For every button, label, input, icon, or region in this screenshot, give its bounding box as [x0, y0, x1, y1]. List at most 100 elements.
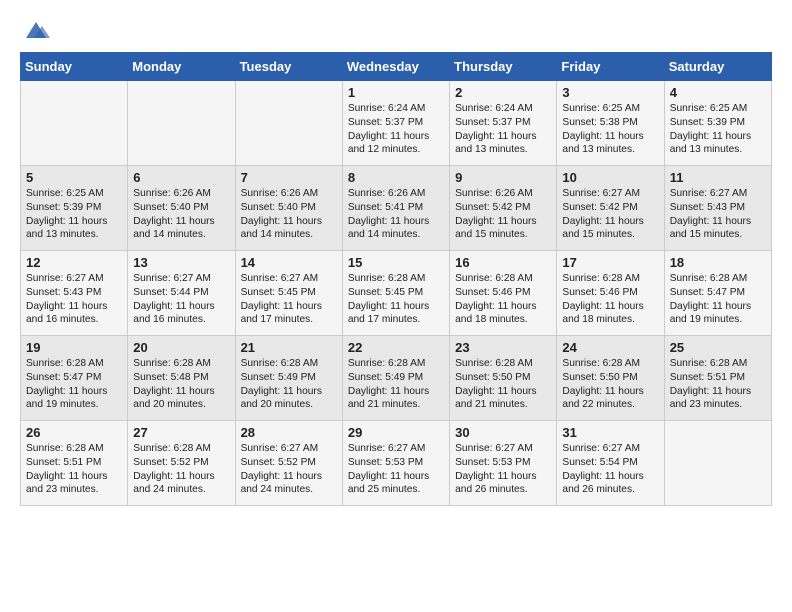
cell-content: Sunrise: 6:27 AM Sunset: 5:52 PM Dayligh…	[241, 442, 337, 497]
logo	[20, 16, 50, 44]
day-number: 22	[348, 340, 444, 355]
day-number: 27	[133, 425, 229, 440]
cell-content: Sunrise: 6:28 AM Sunset: 5:49 PM Dayligh…	[348, 357, 444, 412]
calendar-cell	[235, 81, 342, 166]
calendar-cell: 29 Sunrise: 6:27 AM Sunset: 5:53 PM Dayli…	[342, 421, 449, 506]
cell-content: Sunrise: 6:27 AM Sunset: 5:44 PM Dayligh…	[133, 272, 229, 327]
day-number: 16	[455, 255, 551, 270]
cell-content: Sunrise: 6:28 AM Sunset: 5:48 PM Dayligh…	[133, 357, 229, 412]
cell-content: Sunrise: 6:27 AM Sunset: 5:54 PM Dayligh…	[562, 442, 658, 497]
day-number: 5	[26, 170, 122, 185]
day-number: 23	[455, 340, 551, 355]
calendar-cell: 8 Sunrise: 6:26 AM Sunset: 5:41 PM Daylig…	[342, 166, 449, 251]
calendar-cell	[21, 81, 128, 166]
cell-content: Sunrise: 6:27 AM Sunset: 5:43 PM Dayligh…	[26, 272, 122, 327]
cell-content: Sunrise: 6:24 AM Sunset: 5:37 PM Dayligh…	[455, 102, 551, 157]
cell-content: Sunrise: 6:28 AM Sunset: 5:47 PM Dayligh…	[26, 357, 122, 412]
week-row-4: 19 Sunrise: 6:28 AM Sunset: 5:47 PM Dayli…	[21, 336, 772, 421]
calendar-cell: 17 Sunrise: 6:28 AM Sunset: 5:46 PM Dayli…	[557, 251, 664, 336]
calendar-cell: 25 Sunrise: 6:28 AM Sunset: 5:51 PM Dayli…	[664, 336, 771, 421]
cell-content: Sunrise: 6:28 AM Sunset: 5:51 PM Dayligh…	[26, 442, 122, 497]
day-header-thursday: Thursday	[450, 53, 557, 81]
day-number: 13	[133, 255, 229, 270]
cell-content: Sunrise: 6:27 AM Sunset: 5:53 PM Dayligh…	[348, 442, 444, 497]
cell-content: Sunrise: 6:25 AM Sunset: 5:38 PM Dayligh…	[562, 102, 658, 157]
calendar-cell: 16 Sunrise: 6:28 AM Sunset: 5:46 PM Dayli…	[450, 251, 557, 336]
week-row-2: 5 Sunrise: 6:25 AM Sunset: 5:39 PM Daylig…	[21, 166, 772, 251]
calendar-cell: 2 Sunrise: 6:24 AM Sunset: 5:37 PM Daylig…	[450, 81, 557, 166]
cell-content: Sunrise: 6:28 AM Sunset: 5:49 PM Dayligh…	[241, 357, 337, 412]
cell-content: Sunrise: 6:28 AM Sunset: 5:46 PM Dayligh…	[562, 272, 658, 327]
day-number: 21	[241, 340, 337, 355]
calendar-cell: 18Sunrise: 6:28 AM Sunset: 5:47 PM Dayli…	[664, 251, 771, 336]
day-number: 14	[241, 255, 337, 270]
day-number: 12	[26, 255, 122, 270]
cell-content: Sunrise: 6:25 AM Sunset: 5:39 PM Dayligh…	[670, 102, 766, 157]
day-number: 2	[455, 85, 551, 100]
calendar-cell: 11 Sunrise: 6:27 AM Sunset: 5:43 PM Dayli…	[664, 166, 771, 251]
calendar-cell: 14 Sunrise: 6:27 AM Sunset: 5:45 PM Dayli…	[235, 251, 342, 336]
day-number: 26	[26, 425, 122, 440]
day-number: 1	[348, 85, 444, 100]
calendar-cell: 20 Sunrise: 6:28 AM Sunset: 5:48 PM Dayli…	[128, 336, 235, 421]
calendar-cell: 12 Sunrise: 6:27 AM Sunset: 5:43 PM Dayli…	[21, 251, 128, 336]
calendar-cell: 15 Sunrise: 6:28 AM Sunset: 5:45 PM Dayli…	[342, 251, 449, 336]
calendar-body: 1 Sunrise: 6:24 AM Sunset: 5:37 PM Daylig…	[21, 81, 772, 506]
week-row-3: 12 Sunrise: 6:27 AM Sunset: 5:43 PM Dayli…	[21, 251, 772, 336]
calendar-cell: 30Sunrise: 6:27 AM Sunset: 5:53 PM Dayli…	[450, 421, 557, 506]
week-row-1: 1 Sunrise: 6:24 AM Sunset: 5:37 PM Daylig…	[21, 81, 772, 166]
cell-content: Sunrise: 6:26 AM Sunset: 5:40 PM Dayligh…	[241, 187, 337, 242]
day-number: 19	[26, 340, 122, 355]
calendar-cell: 13 Sunrise: 6:27 AM Sunset: 5:44 PM Dayli…	[128, 251, 235, 336]
calendar-cell: 10 Sunrise: 6:27 AM Sunset: 5:42 PM Dayli…	[557, 166, 664, 251]
page-header	[20, 10, 772, 44]
day-number: 29	[348, 425, 444, 440]
cell-content: Sunrise: 6:24 AM Sunset: 5:37 PM Dayligh…	[348, 102, 444, 157]
day-header-friday: Friday	[557, 53, 664, 81]
day-number: 7	[241, 170, 337, 185]
day-number: 31	[562, 425, 658, 440]
day-header-tuesday: Tuesday	[235, 53, 342, 81]
cell-content: Sunrise: 6:27 AM Sunset: 5:53 PM Dayligh…	[455, 442, 551, 497]
cell-content: Sunrise: 6:26 AM Sunset: 5:42 PM Dayligh…	[455, 187, 551, 242]
cell-content: Sunrise: 6:28 AM Sunset: 5:46 PM Dayligh…	[455, 272, 551, 327]
cell-content: Sunrise: 6:28 AM Sunset: 5:51 PM Dayligh…	[670, 357, 766, 412]
cell-content: Sunrise: 6:28 AM Sunset: 5:47 PM Dayligh…	[670, 272, 766, 327]
day-number: 28	[241, 425, 337, 440]
calendar-cell: 9 Sunrise: 6:26 AM Sunset: 5:42 PM Daylig…	[450, 166, 557, 251]
day-header-sunday: Sunday	[21, 53, 128, 81]
calendar-cell: 7 Sunrise: 6:26 AM Sunset: 5:40 PM Daylig…	[235, 166, 342, 251]
calendar-cell: 27Sunrise: 6:28 AM Sunset: 5:52 PM Dayli…	[128, 421, 235, 506]
day-number: 24	[562, 340, 658, 355]
day-number: 6	[133, 170, 229, 185]
calendar-header: SundayMondayTuesdayWednesdayThursdayFrid…	[21, 53, 772, 81]
calendar-cell: 6 Sunrise: 6:26 AM Sunset: 5:40 PM Daylig…	[128, 166, 235, 251]
day-number: 10	[562, 170, 658, 185]
day-number: 4	[670, 85, 766, 100]
calendar-table: SundayMondayTuesdayWednesdayThursdayFrid…	[20, 52, 772, 506]
day-number: 8	[348, 170, 444, 185]
calendar-cell: 3Sunrise: 6:25 AM Sunset: 5:38 PM Daylig…	[557, 81, 664, 166]
day-number: 17	[562, 255, 658, 270]
cell-content: Sunrise: 6:27 AM Sunset: 5:45 PM Dayligh…	[241, 272, 337, 327]
day-header-monday: Monday	[128, 53, 235, 81]
day-number: 20	[133, 340, 229, 355]
calendar-cell: 28 Sunrise: 6:27 AM Sunset: 5:52 PM Dayli…	[235, 421, 342, 506]
cell-content: Sunrise: 6:28 AM Sunset: 5:45 PM Dayligh…	[348, 272, 444, 327]
day-number: 9	[455, 170, 551, 185]
cell-content: Sunrise: 6:26 AM Sunset: 5:41 PM Dayligh…	[348, 187, 444, 242]
cell-content: Sunrise: 6:27 AM Sunset: 5:43 PM Dayligh…	[670, 187, 766, 242]
day-number: 11	[670, 170, 766, 185]
calendar-cell	[128, 81, 235, 166]
week-row-5: 26 Sunrise: 6:28 AM Sunset: 5:51 PM Dayli…	[21, 421, 772, 506]
cell-content: Sunrise: 6:28 AM Sunset: 5:50 PM Dayligh…	[562, 357, 658, 412]
day-number: 15	[348, 255, 444, 270]
day-header-saturday: Saturday	[664, 53, 771, 81]
day-number: 25	[670, 340, 766, 355]
day-header-wednesday: Wednesday	[342, 53, 449, 81]
calendar-cell: 24 Sunrise: 6:28 AM Sunset: 5:50 PM Dayli…	[557, 336, 664, 421]
cell-content: Sunrise: 6:25 AM Sunset: 5:39 PM Dayligh…	[26, 187, 122, 242]
cell-content: Sunrise: 6:27 AM Sunset: 5:42 PM Dayligh…	[562, 187, 658, 242]
calendar-cell: 4 Sunrise: 6:25 AM Sunset: 5:39 PM Daylig…	[664, 81, 771, 166]
cell-content: Sunrise: 6:26 AM Sunset: 5:40 PM Dayligh…	[133, 187, 229, 242]
